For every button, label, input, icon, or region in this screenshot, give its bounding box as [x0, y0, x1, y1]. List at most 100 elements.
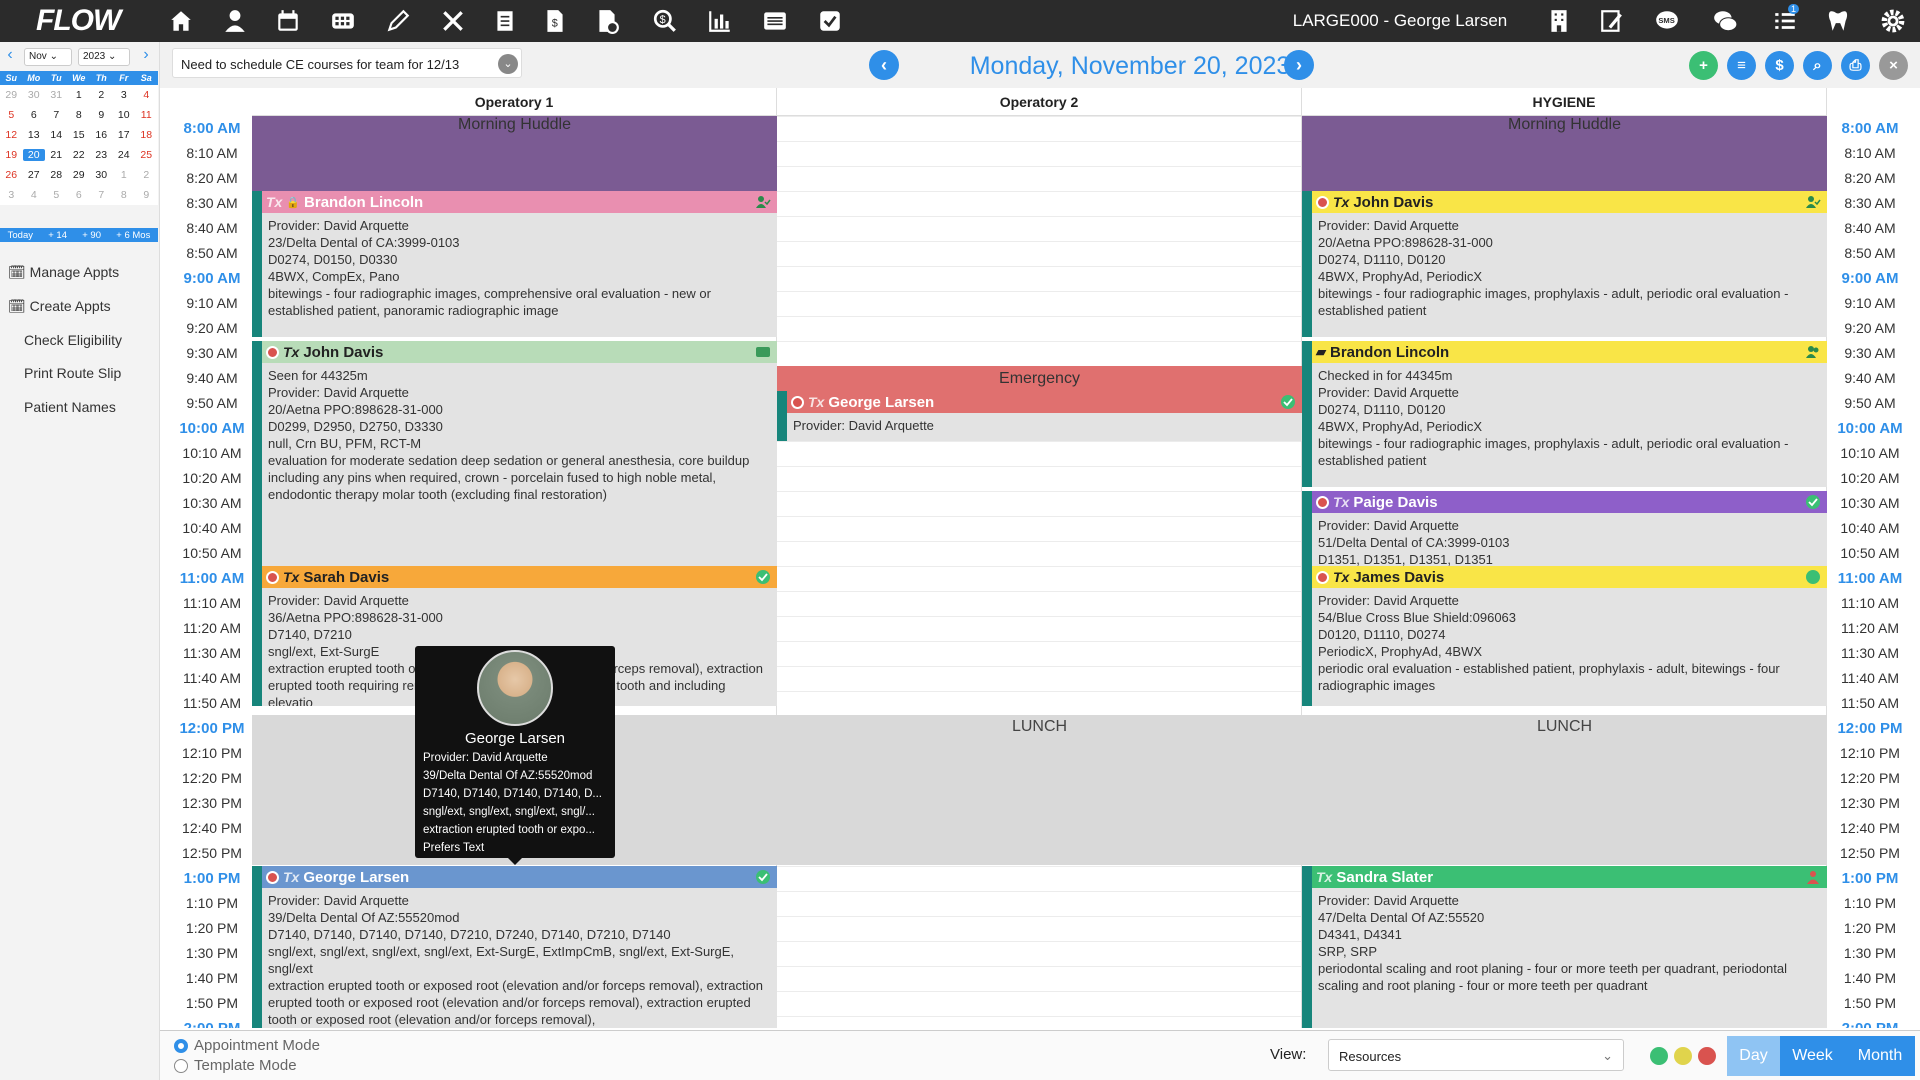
jump-90[interactable]: + 90	[82, 230, 101, 241]
calendar-day[interactable]: 15	[68, 129, 91, 141]
calendar-day[interactable]: 3	[0, 189, 23, 201]
calendar-day[interactable]: 23	[90, 149, 113, 161]
calendar-day[interactable]: 1	[68, 89, 91, 101]
tooth-icon[interactable]	[1823, 6, 1853, 36]
tools-icon[interactable]	[438, 6, 468, 36]
grid-icon[interactable]	[328, 6, 358, 36]
manage-appts-link[interactable]: 🗓 Manage Appts	[8, 264, 119, 281]
calendar-icon[interactable]	[273, 6, 303, 36]
calendar-day[interactable]: 24	[113, 149, 136, 161]
morning-huddle-block[interactable]: Morning Huddle	[1302, 116, 1827, 191]
check-icon[interactable]	[815, 6, 845, 36]
calendar-day[interactable]: 6	[68, 189, 91, 201]
calendar-day[interactable]: 11	[135, 109, 158, 121]
month-select[interactable]: Nov ⌄	[24, 48, 72, 66]
calendar-day[interactable]: 29	[0, 89, 23, 101]
appointment-card[interactable]: Tx Sandra Slater Provider: David Arquette…	[1302, 866, 1827, 1028]
calendar-day[interactable]: 27	[23, 169, 46, 181]
jump-14[interactable]: + 14	[48, 230, 67, 241]
calendar-day[interactable]: 12	[0, 129, 23, 141]
day-view-button[interactable]: Day	[1727, 1036, 1780, 1076]
calendar-day[interactable]: 26	[0, 169, 23, 181]
calendar-day[interactable]: 16	[90, 129, 113, 141]
edit-circle-icon[interactable]	[1674, 1047, 1692, 1065]
appointment-card[interactable]: Tx John Davis Seen for 44325m Provider: Da…	[252, 341, 777, 566]
appointment-card[interactable]: Tx 🔒 Brandon Lincoln Provider: David Arque…	[252, 191, 777, 337]
add-appointment-button[interactable]: +	[1689, 51, 1718, 80]
list-view-button[interactable]: ≡	[1727, 51, 1756, 80]
patient-names-link[interactable]: Patient Names	[24, 399, 116, 415]
next-day-button[interactable]: ›	[1284, 50, 1314, 80]
note-dropdown-icon[interactable]: ⌄	[498, 54, 518, 74]
print-button[interactable]: ⎙	[1841, 51, 1870, 80]
list-icon[interactable]	[760, 6, 790, 36]
close-button[interactable]: ×	[1879, 51, 1908, 80]
prev-month-icon[interactable]: ‹	[2, 46, 18, 68]
calendar-day[interactable]: 19	[0, 149, 23, 161]
home-icon[interactable]	[166, 6, 196, 36]
calendar-day[interactable]: 14	[45, 129, 68, 141]
calendar-day[interactable]: 13	[23, 129, 46, 141]
emergency-block[interactable]: Emergency	[777, 366, 1302, 391]
calendar-day[interactable]: 31	[45, 89, 68, 101]
ledger-icon[interactable]	[490, 6, 520, 36]
calendar-day[interactable]: 9	[135, 189, 158, 201]
current-patient-title[interactable]: LARGE000 - George Larsen	[1280, 11, 1520, 31]
check-eligibility-link[interactable]: Check Eligibility	[24, 332, 122, 348]
chart-icon[interactable]	[705, 6, 735, 36]
tasks-icon[interactable]: 1	[1770, 4, 1800, 36]
calendar-day[interactable]: 22	[68, 149, 91, 161]
user-icon[interactable]	[220, 6, 250, 36]
calendar-day[interactable]: 2	[135, 169, 158, 181]
calendar-day[interactable]: 8	[68, 109, 91, 121]
billing-button[interactable]: $	[1765, 51, 1794, 80]
calendar-day[interactable]: 3	[113, 89, 136, 101]
invoice-icon[interactable]: $	[540, 6, 570, 36]
dollar-search-icon[interactable]: $	[650, 6, 680, 36]
week-view-button[interactable]: Week	[1780, 1036, 1845, 1076]
calendar-day[interactable]: 7	[45, 109, 68, 121]
claim-icon[interactable]	[592, 6, 622, 36]
appointment-card[interactable]: Tx George Larsen Provider: David Arquette	[777, 391, 1302, 441]
appointment-card[interactable]: ▰ Brandon Lincoln Checked in for 44345m Pr…	[1302, 341, 1827, 487]
schedule-note-field[interactable]: Need to schedule CE courses for team for…	[172, 48, 522, 78]
sms-icon[interactable]: SMS	[1652, 6, 1682, 36]
column-operatory-2[interactable]	[777, 116, 1302, 1028]
template-mode-radio[interactable]: Template Mode	[174, 1057, 297, 1074]
morning-huddle-block[interactable]: Morning Huddle	[252, 116, 777, 191]
calendar-day[interactable]: 4	[23, 189, 46, 201]
calendar-day[interactable]: 5	[45, 189, 68, 201]
jump-6-months[interactable]: + 6 Mos	[116, 230, 150, 241]
notes-icon[interactable]	[1597, 6, 1627, 36]
calendar-day[interactable]: 28	[45, 169, 68, 181]
calendar-day[interactable]: 9	[90, 109, 113, 121]
appointment-mode-radio[interactable]: Appointment Mode	[174, 1037, 320, 1054]
next-month-icon[interactable]: ›	[138, 46, 154, 68]
calendar-day[interactable]: 20	[22, 149, 45, 161]
calendar-day[interactable]: 25	[135, 149, 158, 161]
calendar-day[interactable]: 5	[0, 109, 23, 121]
chat-icon[interactable]	[1710, 6, 1740, 36]
appointment-card[interactable]: Tx Paige Davis Provider: David Arquette 51…	[1302, 491, 1827, 566]
month-view-button[interactable]: Month	[1845, 1036, 1915, 1076]
calendar-day[interactable]: 30	[23, 89, 46, 101]
jump-today[interactable]: Today	[8, 230, 33, 241]
calendar-day[interactable]: 21	[45, 149, 68, 161]
calendar-day[interactable]: 7	[90, 189, 113, 201]
view-select[interactable]: Resources ⌄	[1328, 1039, 1624, 1071]
prev-day-button[interactable]: ‹	[869, 50, 899, 80]
calendar-day[interactable]: 29	[68, 169, 91, 181]
print-route-slip-link[interactable]: Print Route Slip	[24, 365, 121, 381]
create-appts-link[interactable]: 🗓 Create Appts	[8, 298, 111, 315]
calendar-day[interactable]: 8	[113, 189, 136, 201]
appointment-card[interactable]: Tx James Davis Provider: David Arquette 54…	[1302, 566, 1827, 706]
calendar-day[interactable]: 4	[135, 89, 158, 101]
calendar-day[interactable]: 18	[135, 129, 158, 141]
appointment-card[interactable]: Tx George Larsen Provider: David Arquette…	[252, 866, 777, 1028]
calendar-day[interactable]: 17	[113, 129, 136, 141]
calendar-day[interactable]: 2	[90, 89, 113, 101]
gear-icon[interactable]	[1878, 6, 1908, 36]
calendar-day[interactable]: 10	[113, 109, 136, 121]
add-circle-icon[interactable]	[1650, 1047, 1668, 1065]
appointment-card[interactable]: Tx John Davis Provider: David Arquette 20/…	[1302, 191, 1827, 337]
